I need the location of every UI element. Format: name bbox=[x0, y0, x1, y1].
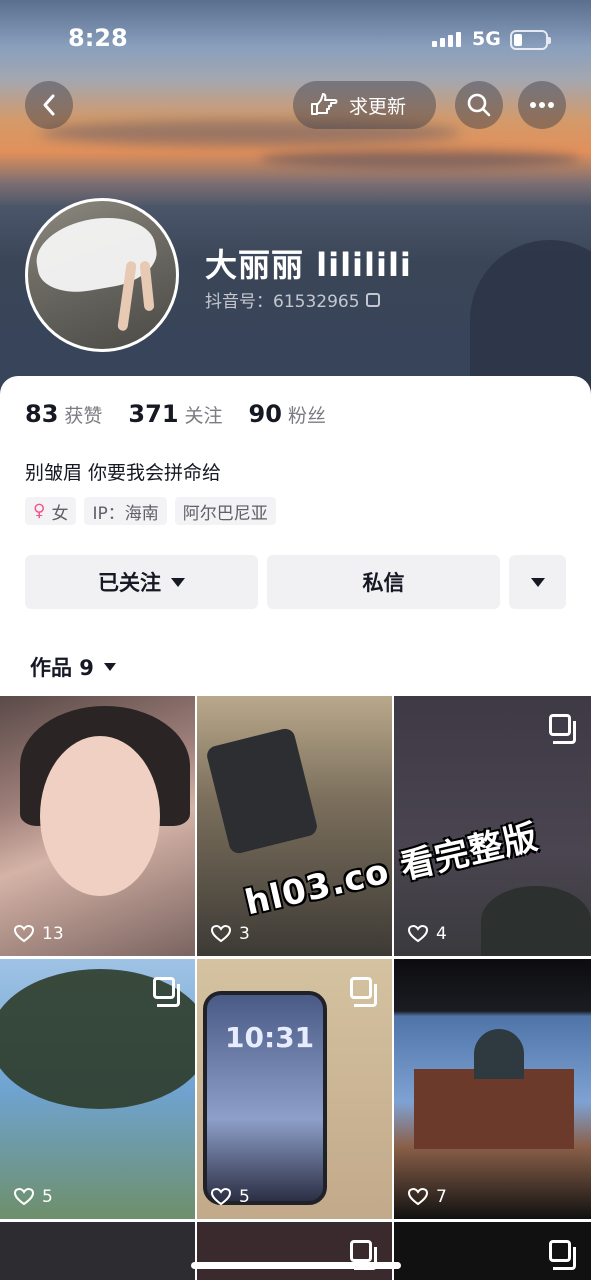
recommend-dropdown-button[interactable] bbox=[509, 555, 566, 609]
like-count: 7 bbox=[408, 1187, 447, 1207]
request-update-button[interactable]: 求更新 bbox=[293, 81, 436, 129]
caret-down-icon bbox=[171, 577, 185, 587]
work-tile[interactable]: 13 bbox=[0, 696, 195, 956]
battery-icon bbox=[510, 30, 551, 50]
action-buttons: 已关注 私信 bbox=[25, 555, 566, 609]
caret-down-icon bbox=[103, 663, 116, 671]
gender-label: 女 bbox=[51, 503, 69, 524]
works-tab[interactable]: 作品 9 bbox=[30, 652, 116, 682]
more-dots-icon bbox=[530, 102, 554, 108]
like-count-value: 4 bbox=[436, 924, 447, 944]
search-button[interactable] bbox=[455, 81, 503, 129]
work-tile[interactable]: 10:31 5 bbox=[197, 959, 392, 1219]
heart-icon bbox=[211, 925, 231, 943]
work-tile[interactable]: 7 bbox=[394, 959, 591, 1219]
like-count: 3 bbox=[211, 924, 250, 944]
stat-likes-value: 83 bbox=[25, 400, 59, 428]
work-tile[interactable] bbox=[0, 1222, 195, 1280]
more-button[interactable] bbox=[518, 81, 566, 129]
multi-image-icon bbox=[350, 1240, 377, 1270]
multi-image-icon bbox=[549, 1240, 576, 1270]
location-tag: 阿尔巴尼亚 bbox=[174, 497, 276, 525]
heart-icon bbox=[211, 1188, 231, 1206]
bio: 别皱眉 你要我会拼命给 bbox=[25, 462, 222, 484]
like-count-value: 5 bbox=[239, 1187, 250, 1207]
like-count: 4 bbox=[408, 924, 447, 944]
home-indicator[interactable] bbox=[191, 1262, 401, 1269]
message-label: 私信 bbox=[362, 571, 405, 595]
following-button[interactable]: 已关注 bbox=[25, 555, 258, 609]
work-tile[interactable] bbox=[197, 1222, 392, 1280]
network-type: 5G bbox=[472, 28, 501, 50]
works-grid: 13 3 4 5 10:31 5 7 bbox=[0, 696, 591, 1280]
douyin-id[interactable]: 抖音号：61532965 bbox=[205, 287, 380, 312]
like-count-value: 13 bbox=[42, 924, 64, 944]
caret-down-icon bbox=[530, 577, 545, 587]
signal-icon bbox=[432, 32, 461, 47]
multi-image-icon bbox=[549, 714, 576, 744]
tag-row: ♀ 女 IP：海南 阿尔巴尼亚 bbox=[25, 497, 276, 525]
status-time: 8:28 bbox=[68, 24, 128, 52]
back-arrow-icon bbox=[43, 94, 55, 116]
work-tile[interactable]: 5 bbox=[0, 959, 195, 1219]
heart-icon bbox=[14, 925, 34, 943]
multi-image-icon bbox=[350, 977, 377, 1007]
heart-icon bbox=[408, 925, 428, 943]
like-count-value: 5 bbox=[42, 1187, 53, 1207]
request-update-label: 求更新 bbox=[349, 95, 407, 118]
heart-icon bbox=[14, 1188, 34, 1206]
status-bar: 8:28 5G bbox=[0, 0, 591, 80]
profile-name: 大丽丽 lililili bbox=[205, 246, 412, 284]
like-count-value: 3 bbox=[239, 924, 250, 944]
stat-following-label: 关注 bbox=[184, 405, 223, 427]
stat-followers-label: 粉丝 bbox=[287, 405, 326, 427]
stat-followers[interactable]: 90 粉丝 bbox=[249, 400, 326, 428]
heart-icon bbox=[408, 1188, 428, 1206]
search-icon bbox=[467, 93, 491, 117]
avatar[interactable] bbox=[25, 198, 179, 352]
stat-following[interactable]: 371 关注 bbox=[128, 400, 222, 428]
stat-following-value: 371 bbox=[128, 400, 179, 428]
stat-followers-value: 90 bbox=[248, 400, 282, 428]
gender-tag: ♀ 女 bbox=[25, 497, 77, 525]
like-count: 5 bbox=[14, 1187, 53, 1207]
multi-image-icon bbox=[153, 977, 180, 1007]
work-tile[interactable] bbox=[394, 1222, 591, 1280]
works-tab-label: 作品 9 bbox=[30, 656, 94, 680]
phone-screen-time: 10:31 bbox=[225, 1021, 315, 1054]
profile-page: 8:28 5G 求更新 大丽丽 lililili 抖音号：61532965 83… bbox=[0, 0, 591, 1280]
work-tile[interactable]: 3 bbox=[197, 696, 392, 956]
like-count: 13 bbox=[14, 924, 64, 944]
female-icon: ♀ bbox=[33, 501, 46, 521]
following-label: 已关注 bbox=[98, 571, 161, 595]
copy-icon[interactable] bbox=[365, 292, 380, 307]
like-count-value: 7 bbox=[436, 1187, 447, 1207]
stat-likes-label: 获赞 bbox=[64, 405, 103, 427]
douyin-id-text: 抖音号：61532965 bbox=[205, 292, 360, 312]
message-button[interactable]: 私信 bbox=[267, 555, 500, 609]
stats-row: 83 获赞 371 关注 90 粉丝 bbox=[25, 400, 326, 428]
ip-tag: IP：海南 bbox=[84, 497, 167, 525]
pointing-hand-icon bbox=[311, 93, 338, 115]
stat-likes[interactable]: 83 获赞 bbox=[25, 400, 102, 428]
like-count: 5 bbox=[211, 1187, 250, 1207]
back-button[interactable] bbox=[25, 81, 73, 129]
